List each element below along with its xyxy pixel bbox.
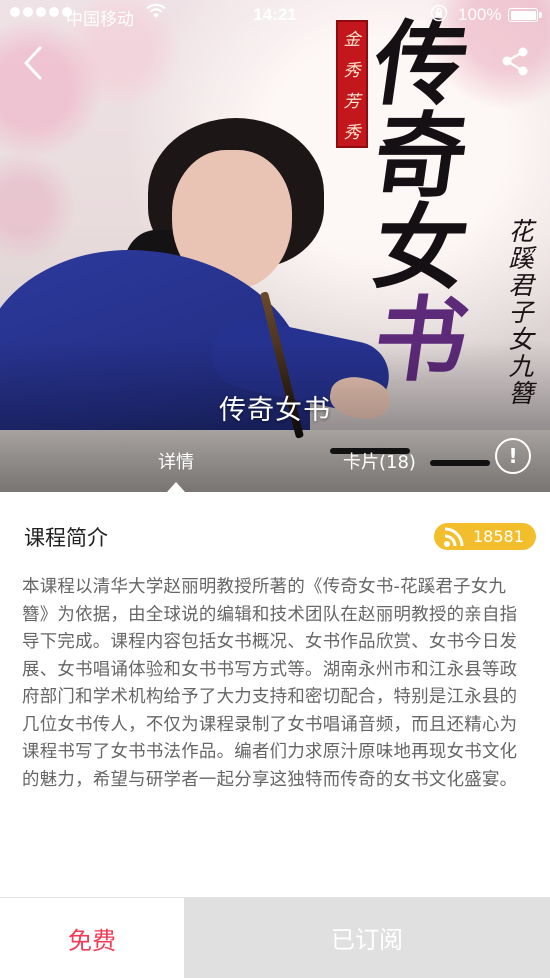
- section-heading: 课程简介: [24, 526, 108, 550]
- bottom-action-bar: 免费 已订阅: [0, 897, 550, 978]
- battery-percent: 100%: [458, 5, 502, 24]
- share-icon: [502, 47, 528, 76]
- seal-char: 芳: [343, 92, 361, 112]
- subscriber-count-badge: 18581: [434, 523, 536, 550]
- subscribed-button[interactable]: 已订阅: [184, 897, 550, 978]
- battery-icon: [508, 8, 542, 22]
- chevron-left-icon: [24, 46, 42, 80]
- calligraphy-char: 奇: [367, 102, 475, 210]
- subtitle-char: 子: [508, 298, 534, 327]
- share-button[interactable]: [500, 44, 534, 80]
- subtitle-char: 花: [508, 217, 534, 246]
- active-tab-indicator: [167, 482, 185, 492]
- subtitle-char: 蹊: [508, 244, 534, 273]
- tab-cards[interactable]: 卡片(18): [343, 448, 416, 474]
- seal-char: 秀: [343, 123, 361, 143]
- info-icon: !: [508, 444, 518, 468]
- calligraphy-char: 传: [367, 10, 475, 118]
- rss-icon: [444, 527, 464, 547]
- course-title: 传奇女书: [219, 395, 331, 426]
- calligraphy-char: 女: [367, 194, 475, 302]
- course-description: 本课程以清华大学赵丽明教授所著的《传奇女书-花蹊君子女九簪》为依据，由全球说的编…: [22, 577, 518, 790]
- back-button[interactable]: [18, 44, 54, 84]
- info-button[interactable]: !: [495, 438, 531, 474]
- free-button[interactable]: 免费: [0, 897, 184, 978]
- cover-calligraphy-title: 传 奇 女 书: [367, 10, 505, 394]
- rotation-lock-icon: [430, 4, 448, 27]
- seal-char: 秀: [343, 61, 361, 81]
- subscriber-count: 18581: [473, 527, 524, 546]
- subtitle-char: 君: [508, 271, 534, 300]
- status-bar: 中国移动 14:21 100%: [0, 0, 550, 30]
- cover-seal: 金 秀 芳 秀: [336, 20, 368, 148]
- tab-details[interactable]: 详情: [158, 448, 194, 474]
